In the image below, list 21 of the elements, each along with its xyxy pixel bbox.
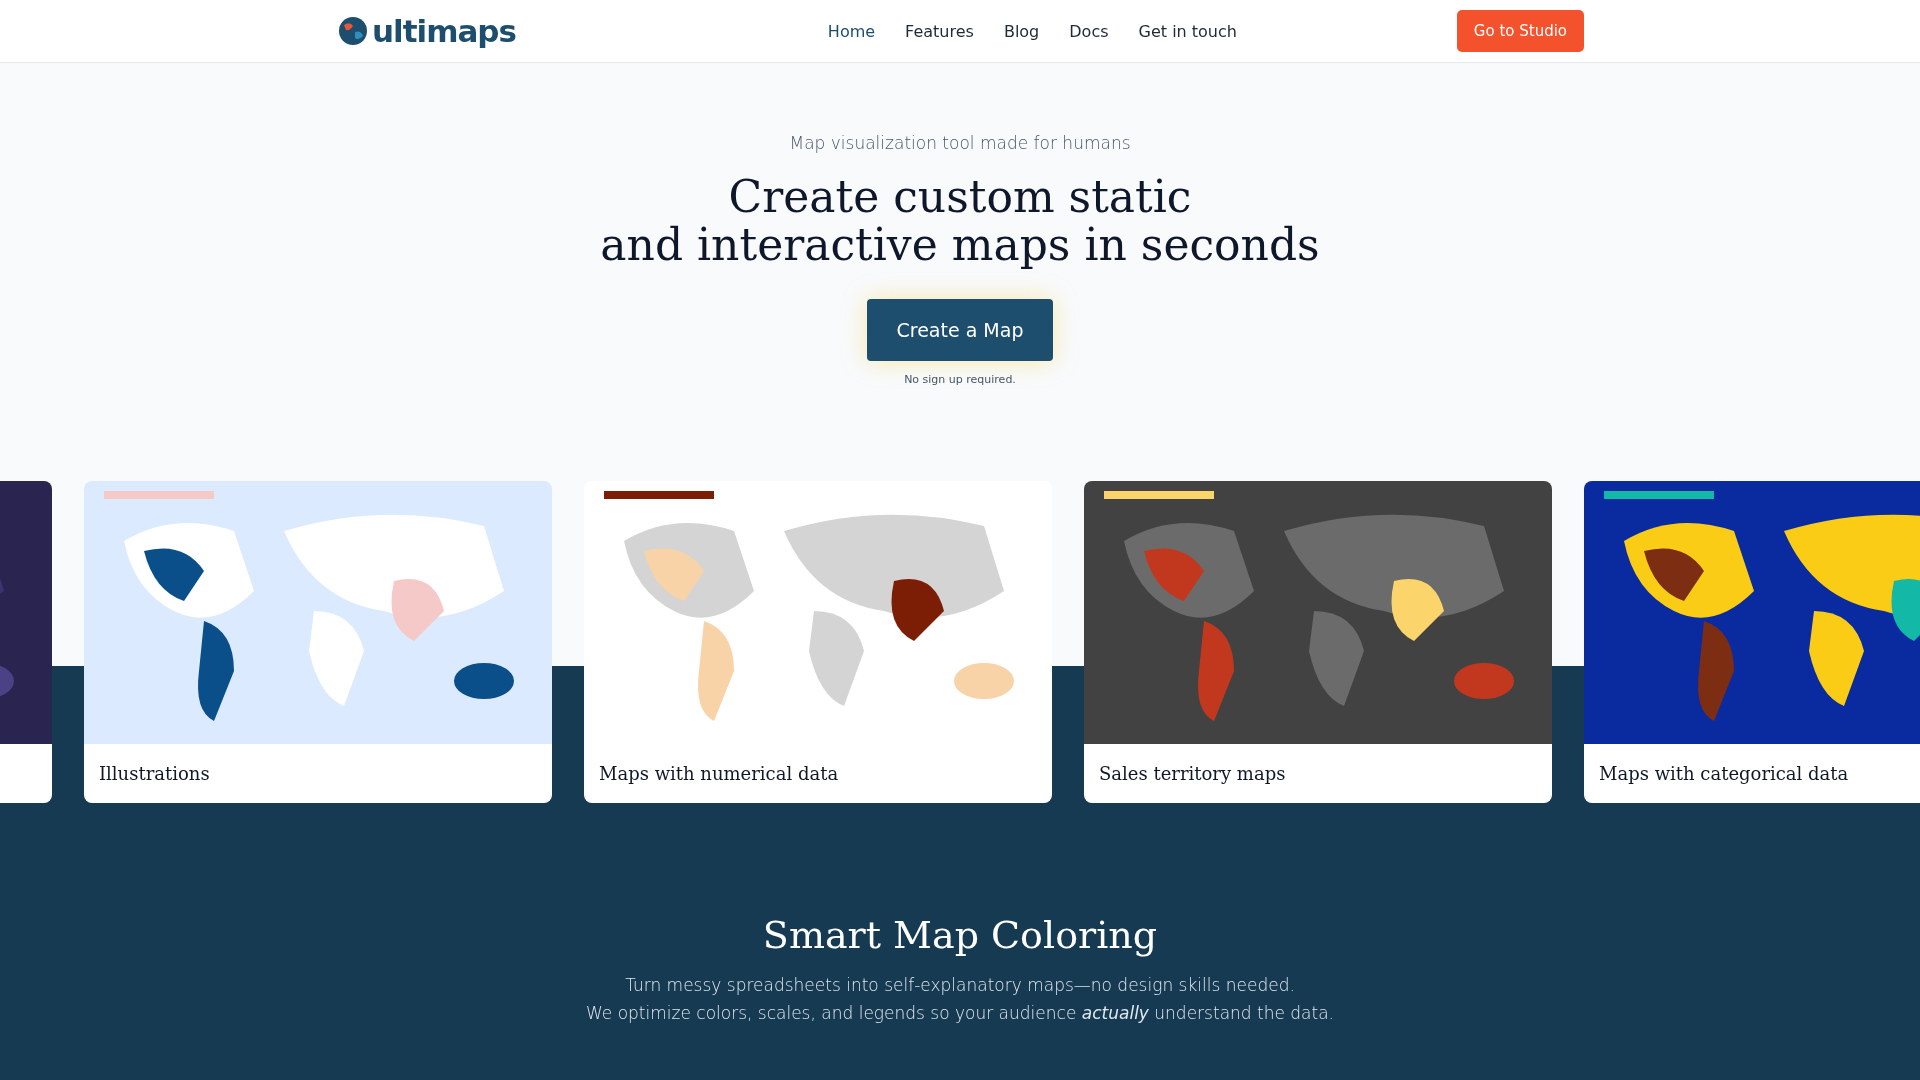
example-card[interactable]: Maps with categorical data	[1584, 481, 1920, 803]
create-map-button[interactable]: Create a Map	[867, 299, 1053, 361]
card-title: Illustrations	[99, 763, 210, 784]
section-text: Turn messy spreadsheets into self-explanatory maps—no design skills needed.	[625, 974, 1295, 997]
example-card[interactable]: Sales territory maps	[1084, 481, 1552, 803]
section-text: We optimize colors, scales, and legends so your audience actually understand the data.	[585, 1002, 1335, 1025]
nav-link[interactable]: Blog	[1003, 21, 1040, 41]
tagline: Map visualization tool made for humans	[789, 133, 1131, 153]
logo[interactable]: ultimaps	[372, 13, 516, 49]
example-card[interactable]: Illustrations	[84, 481, 552, 803]
nav-link[interactable]: Home	[827, 21, 876, 41]
card-title: Sales territory maps	[1099, 763, 1286, 784]
headline: Create custom static	[727, 173, 1193, 221]
nav-link[interactable]: Docs	[1069, 21, 1109, 41]
card-title: Maps with categorical data	[1599, 763, 1849, 784]
nav-link[interactable]: Features	[905, 21, 974, 41]
headline: and interactive maps in seconds	[600, 221, 1320, 269]
section-title: Smart Map Coloring	[762, 913, 1158, 957]
card-title: Maps with numerical data	[599, 763, 839, 784]
note: No sign up required.	[904, 373, 1016, 386]
nav-link[interactable]: Get in touch	[1138, 21, 1237, 41]
